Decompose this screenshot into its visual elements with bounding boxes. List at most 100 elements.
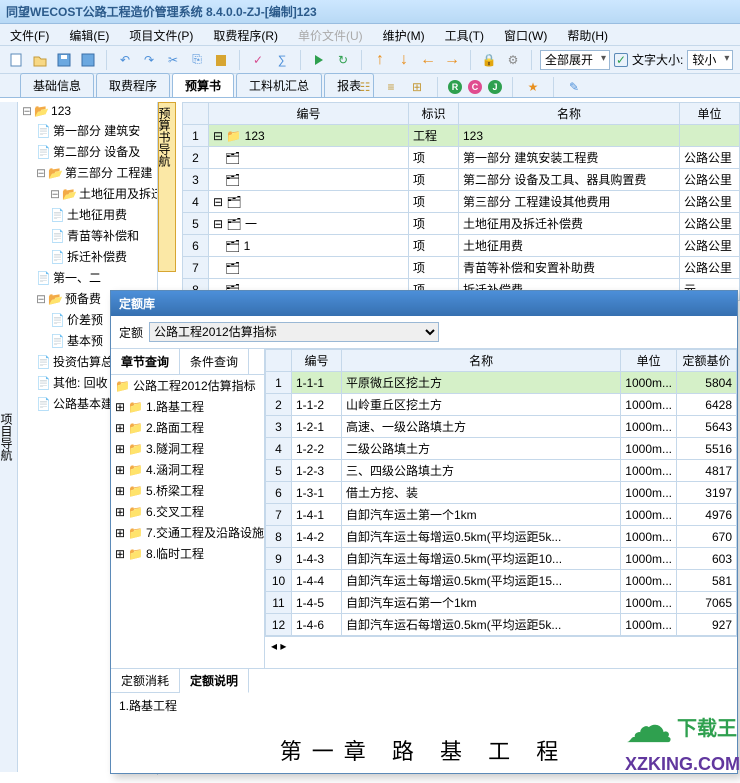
tab-description[interactable]: 定额说明 (180, 669, 249, 693)
tree-node[interactable]: ⊞ 📁 6.交叉工程 (111, 501, 264, 522)
menu-maintain[interactable]: 维护(M) (373, 24, 435, 45)
table-row[interactable]: 111-4-5自卸汽车运石第一个1km1000m...7065 (266, 592, 737, 614)
budget-grid[interactable]: 编号标识名称单位1⊟ 📁 123工程1232 🗂 项第一部分 建筑安装工程费公路… (182, 102, 740, 301)
lock-icon[interactable]: 🔒 (479, 50, 499, 70)
project-nav-label[interactable]: 项目导航 (0, 102, 18, 772)
separator (106, 50, 107, 70)
separator (531, 50, 532, 70)
table-row[interactable]: 1⊟ 📁 123工程123 (183, 125, 740, 147)
quota-select[interactable]: 公路工程2012估算指标 (149, 322, 439, 342)
menu-unitprice[interactable]: 单价文件(U) (288, 24, 373, 45)
table-row[interactable]: 3 🗂 项第二部分 设备及工具、器具购置费公路公里 (183, 169, 740, 191)
tab-consumption[interactable]: 定额消耗 (111, 669, 180, 693)
left-icon[interactable]: ← (418, 50, 438, 70)
menu-tools[interactable]: 工具(T) (435, 24, 494, 45)
gear-icon[interactable]: ⚙ (503, 50, 523, 70)
table-row[interactable]: 6 🗂 1项土地征用费公路公里 (183, 235, 740, 257)
menu-edit[interactable]: 编辑(E) (59, 24, 119, 45)
table-row[interactable]: 7 🗂 项青苗等补偿和安置补助费公路公里 (183, 257, 740, 279)
doc-chapter-title: 第一章 路 基 工 程 (119, 734, 729, 766)
j-icon[interactable]: J (488, 80, 502, 94)
new-icon[interactable] (6, 50, 26, 70)
menu-project[interactable]: 项目文件(P) (119, 24, 203, 45)
open-icon[interactable] (30, 50, 50, 70)
tab-condition-query[interactable]: 条件查询 (180, 349, 249, 374)
table-row[interactable]: 11-1-1平原微丘区挖土方1000m...5804 (266, 372, 737, 394)
table-row[interactable]: 121-4-6自卸汽车运石每增运0.5km(平均运距5k...1000m...9… (266, 614, 737, 636)
list-icon[interactable]: ≡ (381, 77, 401, 97)
tree-node[interactable]: 📄土地征用费 (18, 204, 157, 225)
tree-node[interactable]: ⊟📂第三部分 工程建 (18, 162, 157, 183)
copy-icon[interactable]: ⎘ (187, 50, 207, 70)
cut-icon[interactable]: ✂ (163, 50, 183, 70)
tree-node[interactable]: ⊞ 📁 2.路面工程 (111, 417, 264, 438)
table-row[interactable]: 61-3-1借土方挖、装1000m...3197 (266, 482, 737, 504)
table-row[interactable]: 81-4-2自卸汽车运土每增运0.5km(平均运距5k...1000m...67… (266, 526, 737, 548)
tree-node[interactable]: 📄第一、二 (18, 267, 157, 288)
table-row[interactable]: 101-4-4自卸汽车运土每增运0.5km(平均运距15...1000m...5… (266, 570, 737, 592)
tree-node[interactable]: 📄青苗等补偿和 (18, 225, 157, 246)
tree-node[interactable]: 📄拆迁补偿费 (18, 246, 157, 267)
list2-icon[interactable]: ⊞ (407, 77, 427, 97)
up-icon[interactable]: ↑ (370, 50, 390, 70)
tree-node[interactable]: ⊞ 📁 3.隧洞工程 (111, 438, 264, 459)
c-icon[interactable]: C (468, 80, 482, 94)
doc-heading-small: 1.路基工程 (119, 697, 729, 714)
expand-combo[interactable]: 全部展开 (540, 50, 610, 70)
quota-library-dialog: 定额库 定额 公路工程2012估算指标 章节查询 条件查询 📁 公路工程2012… (110, 290, 738, 774)
menubar: 文件(F) 编辑(E) 项目文件(P) 取费程序(R) 单价文件(U) 维护(M… (0, 24, 740, 46)
table-row[interactable]: 71-4-1自卸汽车运土第一个1km1000m...4976 (266, 504, 737, 526)
quota-description: 1.路基工程 第一章 路 基 工 程 (111, 693, 737, 783)
separator (300, 50, 301, 70)
font-size-combo[interactable]: 较小 (687, 50, 733, 70)
menu-file[interactable]: 文件(F) (0, 24, 59, 45)
quota-tree[interactable]: 📁 公路工程2012估算指标⊞ 📁 1.路基工程⊞ 📁 2.路面工程⊞ 📁 3.… (111, 375, 264, 564)
down-icon[interactable]: ↓ (394, 50, 414, 70)
checkbox-icon[interactable]: ✓ (614, 53, 628, 67)
table-row[interactable]: 41-2-2二级公路填土方1000m...5516 (266, 438, 737, 460)
calc-icon[interactable]: ∑ (272, 50, 292, 70)
redo-icon[interactable]: ↷ (139, 50, 159, 70)
dropper-icon[interactable]: ✎ (564, 77, 584, 97)
tree-node[interactable]: ⊟📂土地征用及拆迁 (18, 183, 157, 204)
tree-node[interactable]: ⊞ 📁 4.涵洞工程 (111, 459, 264, 480)
table-row[interactable]: 2 🗂 项第一部分 建筑安装工程费公路公里 (183, 147, 740, 169)
r-icon[interactable]: R (448, 80, 462, 94)
tree-node[interactable]: ⊞ 📁 5.桥梁工程 (111, 480, 264, 501)
tab-material[interactable]: 工料机汇总 (236, 73, 322, 97)
refresh-icon[interactable]: ↻ (333, 50, 353, 70)
undo-icon[interactable]: ↶ (115, 50, 135, 70)
tab-chapter-query[interactable]: 章节查询 (111, 349, 180, 374)
tree-node[interactable]: 📄第一部分 建筑安 (18, 120, 157, 141)
save2-icon[interactable] (78, 50, 98, 70)
tree-icon[interactable]: ☷ (355, 77, 375, 97)
tree-node[interactable]: ⊞ 📁 8.临时工程 (111, 543, 264, 564)
tab-fee[interactable]: 取费程序 (96, 73, 170, 97)
play-icon[interactable] (309, 50, 329, 70)
table-row[interactable]: 91-4-3自卸汽车运土每增运0.5km(平均运距10...1000m...60… (266, 548, 737, 570)
dialog-title[interactable]: 定额库 (111, 291, 737, 316)
tree-node[interactable]: ⊞ 📁 7.交通工程及沿路设施 (111, 522, 264, 543)
quota-grid[interactable]: 编号名称单位定额基价11-1-1平原微丘区挖土方1000m...580421-1… (265, 349, 737, 668)
table-row[interactable]: 21-1-2山岭重丘区挖土方1000m...6428 (266, 394, 737, 416)
tree-node[interactable]: ⊞ 📁 1.路基工程 (111, 396, 264, 417)
table-row[interactable]: 4⊟ 🗂 项第三部分 工程建设其他费用公路公里 (183, 191, 740, 213)
budget-nav-label[interactable]: 预算书导航 (158, 102, 176, 272)
tree-node[interactable]: 📁 公路工程2012估算指标 (111, 375, 264, 396)
menu-fee[interactable]: 取费程序(R) (203, 24, 288, 45)
menu-help[interactable]: 帮助(H) (557, 24, 618, 45)
save-icon[interactable] (54, 50, 74, 70)
check-icon[interactable]: ✓ (248, 50, 268, 70)
tree-node[interactable]: ⊟📂123 (18, 102, 157, 120)
right-icon[interactable]: → (442, 50, 462, 70)
paste-icon[interactable] (211, 50, 231, 70)
table-row[interactable]: 31-2-1高速、一级公路填土方1000m...5643 (266, 416, 737, 438)
window-title: 同望WECOST公路工程造价管理系统 8.4.0.0-ZJ-[编制]123 (0, 0, 740, 24)
table-row[interactable]: 51-2-3三、四级公路填土方1000m...4817 (266, 460, 737, 482)
tab-basic[interactable]: 基础信息 (20, 73, 94, 97)
table-row[interactable]: 5⊟ 🗂 一项土地征用及拆迁补偿费公路公里 (183, 213, 740, 235)
star-icon[interactable]: ★ (523, 77, 543, 97)
menu-window[interactable]: 窗口(W) (494, 24, 557, 45)
tree-node[interactable]: 📄第二部分 设备及 (18, 141, 157, 162)
tab-budget[interactable]: 预算书 (172, 73, 234, 97)
